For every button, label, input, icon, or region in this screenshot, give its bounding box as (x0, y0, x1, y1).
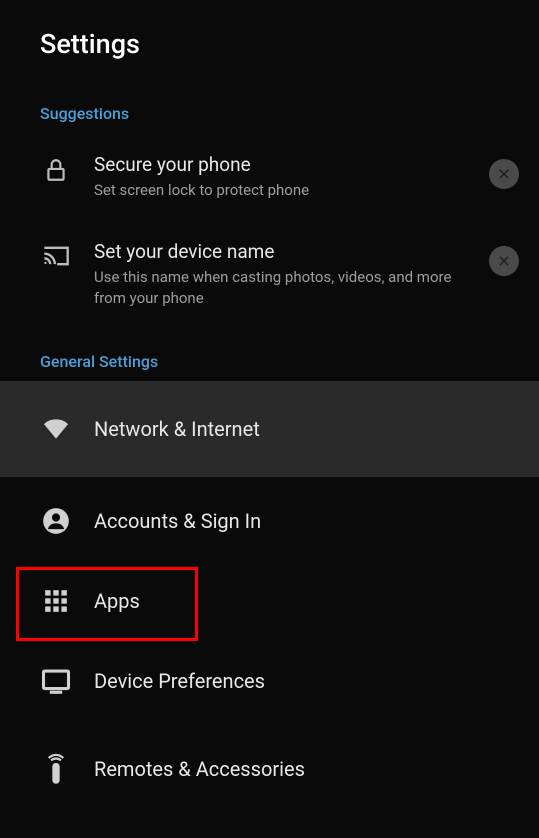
setting-label: Remotes & Accessories (94, 757, 305, 781)
setting-label: Accounts & Sign In (94, 509, 261, 533)
suggestion-title: Secure your phone (94, 153, 467, 176)
dismiss-suggestion-button[interactable] (489, 246, 519, 276)
suggestion-description: Set screen lock to protect phone (94, 180, 467, 200)
lock-icon (40, 153, 72, 183)
suggestion-device-name[interactable]: Set your device name Use this name when … (0, 220, 539, 328)
wifi-icon (40, 417, 72, 441)
setting-accounts-signin[interactable]: Accounts & Sign In (0, 477, 539, 565)
remote-icon (40, 753, 72, 785)
suggestion-secure-phone[interactable]: Secure your phone Set screen lock to pro… (0, 133, 539, 220)
cast-icon (40, 240, 72, 268)
apps-grid-icon (40, 588, 72, 614)
suggestion-title: Set your device name (94, 240, 467, 263)
setting-network-internet[interactable]: Network & Internet (0, 381, 539, 477)
apps-highlight: Apps (0, 565, 539, 637)
setting-label: Apps (94, 589, 140, 613)
page-title: Settings (0, 0, 539, 80)
setting-remotes-accessories[interactable]: Remotes & Accessories (0, 725, 539, 813)
suggestions-section-header: Suggestions (0, 80, 539, 133)
dismiss-suggestion-button[interactable] (489, 159, 519, 189)
setting-device-preferences[interactable]: Device Preferences (0, 637, 539, 725)
tv-icon (40, 668, 72, 694)
general-section-header: General Settings (0, 328, 539, 381)
setting-label: Device Preferences (94, 669, 265, 693)
account-icon (40, 507, 72, 535)
suggestion-description: Use this name when casting photos, video… (94, 267, 467, 308)
setting-label: Network & Internet (94, 417, 260, 441)
setting-apps[interactable]: Apps (0, 565, 539, 637)
